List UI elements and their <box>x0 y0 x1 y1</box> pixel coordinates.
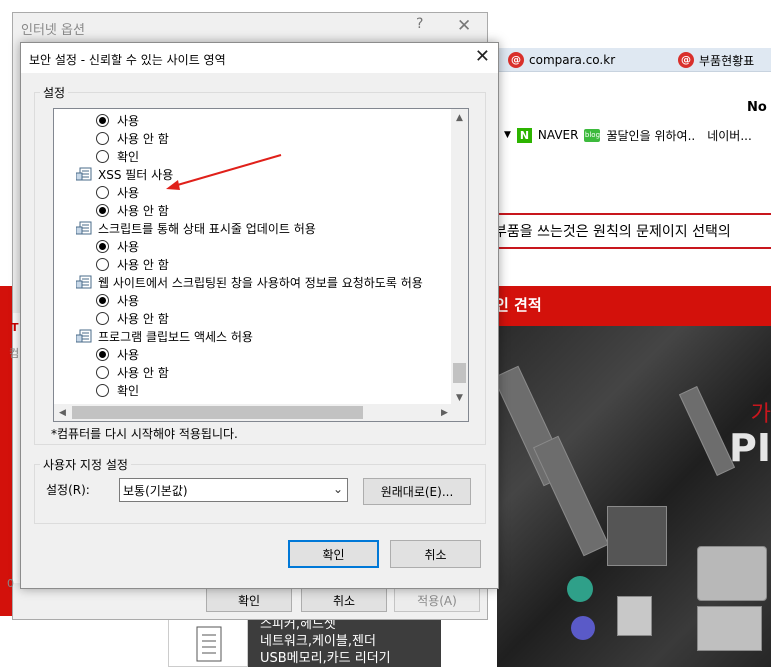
radio-unchecked[interactable] <box>96 311 109 325</box>
scroll-corner <box>451 404 468 421</box>
setting-option[interactable]: 사용 <box>96 345 139 363</box>
stub-text: 컴 <box>9 347 20 360</box>
setting-label: 프로그램 클립보드 액세스 허용 <box>98 329 253 344</box>
user-label: No <box>747 100 767 115</box>
scroll-thumb[interactable] <box>72 406 363 419</box>
scroll-left-icon[interactable]: ◀ <box>54 404 71 421</box>
hero-title: PI <box>729 426 771 470</box>
favorite-naver-more[interactable]: 네이버... <box>707 127 752 144</box>
radio-unchecked[interactable] <box>96 365 109 379</box>
security-level-select[interactable]: 보통(기본값) ⌄ <box>119 478 348 502</box>
cancel-button[interactable]: 취소 <box>301 588 387 612</box>
setting-label: 사용 <box>117 347 140 362</box>
dropdown-icon[interactable]: ▼ <box>504 130 511 140</box>
setting-label: 사용 안 함 <box>117 311 169 326</box>
help-button[interactable]: ? <box>416 16 423 32</box>
setting-item: 프로그램 클립보드 액세스 허용 <box>76 327 253 345</box>
chevron-down-icon: ⌄ <box>332 482 343 496</box>
category-item[interactable]: 네트워크,케이블,젠더 <box>260 633 441 650</box>
ok-button[interactable]: 확인 <box>288 540 379 568</box>
notice-text: 부품을 쓰는것은 원칙의 문제이지 선택의 <box>494 224 731 240</box>
ok-button[interactable]: 확인 <box>206 588 292 612</box>
restart-note: *컴퓨터를 다시 시작해야 적용됩니다. <box>51 427 238 441</box>
apply-button[interactable]: 적용(A) <box>394 588 480 612</box>
motherboard-image: 가 PI <box>497 326 771 667</box>
horizontal-scrollbar[interactable]: ◀ ▶ <box>54 404 453 421</box>
setting-option[interactable]: 사용 <box>96 291 139 309</box>
stub-text: T <box>11 321 19 334</box>
setting-label: 사용 안 함 <box>117 365 169 380</box>
left-red-strip <box>0 326 12 616</box>
dialog-title: 보안 설정 - 신뢰할 수 있는 사이트 영역 <box>29 53 226 67</box>
compara-icon: @ <box>508 52 524 68</box>
setting-option[interactable]: 사용 <box>96 237 139 255</box>
security-settings-dialog: 보안 설정 - 신뢰할 수 있는 사이트 영역 ✕ 설정 사용 사용 안 함 확인 X… <box>20 42 499 589</box>
naver-icon: N <box>516 127 532 143</box>
setting-icon <box>76 275 92 289</box>
reset-label: 설정(R): <box>46 483 90 497</box>
category-item[interactable]: USB메모리,카드 리더기 <box>260 650 441 667</box>
hero-hint: 가 <box>750 402 771 427</box>
stub-text: 0 <box>7 577 14 590</box>
radio-checked[interactable] <box>96 239 109 253</box>
notice-banner: 부품을 쓰는것은 원칙의 문제이지 선택의 <box>488 213 771 249</box>
setting-label: 웹 사이트에서 스크립팅된 창을 사용하여 정보를 요청하도록 허용 <box>98 275 423 290</box>
dialog-titlebar: 보안 설정 - 신뢰할 수 있는 사이트 영역 ✕ <box>21 43 498 73</box>
settings-group-label: 설정 <box>40 84 69 101</box>
red-annotation-arrow <box>166 154 282 190</box>
tab-compara[interactable]: @ compara.co.kr <box>508 48 615 72</box>
radio-checked[interactable] <box>96 293 109 307</box>
tab-parts-status[interactable]: @ 부품현황표 <box>678 48 754 72</box>
setting-icon <box>76 329 92 343</box>
compara-icon: @ <box>678 52 694 68</box>
setting-option[interactable]: 사용 안 함 <box>96 309 169 327</box>
setting-label: 사용 안 함 <box>117 257 169 272</box>
favorite-blog[interactable]: 꿀달인을 위하여.. <box>606 127 695 144</box>
close-icon[interactable]: ✕ <box>475 46 490 67</box>
setting-option[interactable]: 사용 안 함 <box>96 255 169 273</box>
favorite-naver[interactable]: NAVER <box>538 128 579 142</box>
close-icon[interactable]: ✕ <box>457 16 471 36</box>
browser-tab-bar: @ compara.co.kr @ 부품현황표 <box>488 48 771 72</box>
custom-group-label: 사용자 지정 설정 <box>40 456 131 473</box>
dialog-title: 인터넷 옵션 <box>21 23 85 38</box>
setting-item: 웹 사이트에서 스크립팅된 창을 사용하여 정보를 요청하도록 허용 <box>76 273 423 291</box>
category-list: 스피커,헤드셋 네트워크,케이블,젠더 USB메모리,카드 리더기 <box>248 616 441 667</box>
favorites-bar: ▼ N NAVER blog 꿀달인을 위하여.. 네이버... <box>488 122 771 148</box>
setting-label: 확인 <box>117 383 140 398</box>
security-level-value: 보통(기본값) <box>123 483 188 498</box>
tab-label: 부품현황표 <box>699 53 755 68</box>
scroll-thumb[interactable] <box>453 363 466 383</box>
setting-option[interactable]: 확인 <box>96 381 139 399</box>
cancel-button[interactable]: 취소 <box>390 540 481 568</box>
radio-unchecked[interactable] <box>96 257 109 271</box>
setting-label: 사용 <box>117 293 140 308</box>
document-icon <box>196 626 222 662</box>
banner-label[interactable]: 인 견적 <box>495 294 542 315</box>
tab-label: compara.co.kr <box>529 53 616 67</box>
side-list-thumbnail <box>168 616 248 667</box>
setting-label: 사용 <box>117 239 140 254</box>
reset-button[interactable]: 원래대로(E)... <box>363 478 471 505</box>
blog-icon: blog <box>584 128 601 142</box>
radio-checked[interactable] <box>96 347 109 361</box>
radio-unchecked[interactable] <box>96 383 109 397</box>
settings-tree[interactable]: 사용 사용 안 함 확인 XSS 필터 사용 사용 사용 안 함 스크립트를 통해 상태 표… <box>53 108 469 422</box>
setting-option[interactable]: 사용 안 함 <box>96 363 169 381</box>
